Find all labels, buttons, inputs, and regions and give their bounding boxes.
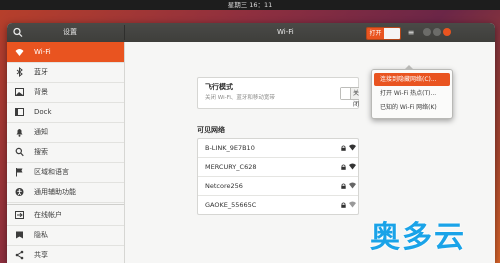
flag-icon — [16, 168, 23, 177]
panel-title: Wi-Fi — [277, 28, 294, 36]
network-name: MERCURY_C628 — [205, 163, 257, 171]
switch-label: 关闭 — [352, 90, 359, 108]
maximize-button[interactable] — [433, 28, 441, 36]
sidebar-item-search[interactable]: 搜索 — [7, 142, 124, 163]
wifi-power-toggle[interactable]: 打开 — [366, 27, 401, 40]
background-icon — [15, 88, 24, 96]
wifi-signal-icon — [349, 144, 356, 151]
online-accounts-icon — [15, 211, 24, 219]
sidebar-item-label: Dock — [34, 108, 52, 116]
menu-item-known-networks[interactable]: 已知的 Wi-Fi 网络(K) — [374, 101, 450, 114]
dock-icon — [15, 108, 24, 116]
sidebar-item-label: Wi-Fi — [34, 48, 51, 56]
network-row[interactable]: Netcore256 — [198, 177, 358, 196]
lock-icon — [341, 202, 346, 208]
sidebar-item-label: 在线帐户 — [34, 211, 62, 219]
sidebar-item-dock[interactable]: Dock — [7, 102, 124, 123]
airplane-mode-title: 飞行模式 — [205, 83, 233, 91]
sidebar-item-label: 搜索 — [34, 148, 48, 156]
sidebar-item-bluetooth[interactable]: 蓝牙 — [7, 62, 124, 83]
wifi-icon — [15, 49, 24, 56]
network-name: B-LINK_9E7B10 — [205, 144, 255, 152]
sidebar-item-label: 背景 — [34, 88, 48, 96]
sidebar-item-label: 隐私 — [34, 231, 48, 239]
header-divider — [124, 25, 125, 40]
wifi-toggle-label: 打开 — [367, 28, 384, 39]
share-icon — [15, 250, 24, 260]
sidebar-item-label: 共享 — [34, 251, 48, 259]
settings-title: 设置 — [63, 28, 77, 36]
lock-icon — [341, 164, 346, 170]
header-bar: 设置 Wi-Fi 打开 ≡ — [7, 23, 495, 42]
popover-arrow — [404, 65, 414, 70]
sidebar-item-wifi[interactable]: Wi-Fi — [7, 42, 124, 63]
sidebar-item-label: 区域和语言 — [34, 168, 69, 176]
menu-item-connect-hidden[interactable]: 连接到隐藏网络(C)... — [374, 73, 450, 86]
clock[interactable]: 星期三 16：11 — [228, 1, 273, 9]
airplane-mode-description: 关闭 Wi-Fi、蓝牙和移动宽带 — [205, 95, 275, 101]
sidebar-item-privacy[interactable]: 隐私 — [7, 225, 124, 246]
wifi-signal-icon — [349, 163, 356, 170]
menu-button[interactable]: ≡ — [405, 27, 417, 38]
switch-knob — [341, 88, 351, 99]
wifi-signal-icon — [349, 201, 356, 208]
sidebar-item-online-accounts[interactable]: 在线帐户 — [7, 204, 124, 226]
sidebar-item-accessibility[interactable]: 通用辅助功能 — [7, 182, 124, 203]
sidebar-item-label: 通知 — [34, 128, 48, 136]
network-row[interactable]: B-LINK_9E7B10 — [198, 139, 358, 158]
accessibility-icon — [15, 188, 24, 196]
search-icon — [15, 147, 24, 157]
privacy-icon — [16, 231, 23, 239]
wifi-menu-popover: 连接到隐藏网络(C)... 打开 Wi-Fi 热点(T)... 已知的 Wi-F… — [371, 65, 453, 119]
search-icon[interactable] — [12, 27, 24, 38]
bluetooth-icon — [16, 67, 23, 77]
airplane-mode-switch[interactable]: 关闭 — [340, 87, 359, 108]
network-name: GAOKE_55665C — [205, 201, 257, 209]
sidebar-item-notifications[interactable]: 通知 — [7, 122, 124, 143]
sidebar-item-label: 通用辅助功能 — [34, 188, 76, 196]
lock-icon — [341, 145, 346, 151]
toggle-knob — [384, 28, 400, 39]
sidebar-item-region-language[interactable]: 区域和语言 — [7, 162, 124, 183]
network-list: B-LINK_9E7B10 MERCURY_C628 Netcore256 GA… — [197, 138, 359, 215]
network-row[interactable]: MERCURY_C628 — [198, 158, 358, 177]
sidebar-item-sharing[interactable]: 共享 — [7, 245, 124, 263]
sidebar-item-label: 蓝牙 — [34, 68, 48, 76]
minimize-button[interactable] — [423, 28, 431, 36]
wifi-signal-icon — [349, 182, 356, 189]
lock-icon — [341, 183, 346, 189]
visible-networks-title: 可见网络 — [197, 126, 225, 134]
airplane-mode-row: 飞行模式 关闭 Wi-Fi、蓝牙和移动宽带 关闭 — [197, 77, 359, 109]
top-bar: 星期三 16：11 — [0, 0, 500, 10]
watermark-logo: 奥多云 — [370, 220, 466, 255]
network-row[interactable]: GAOKE_55665C — [198, 196, 358, 214]
sidebar-item-background[interactable]: 背景 — [7, 82, 124, 103]
close-button[interactable] — [443, 28, 451, 36]
sidebar: Wi-Fi 蓝牙 背景 Dock 通知 搜索 区域和语言 通用辅助功能 在线帐户… — [7, 42, 125, 263]
bell-icon — [16, 129, 23, 137]
network-name: Netcore256 — [205, 182, 243, 190]
menu-item-hotspot[interactable]: 打开 Wi-Fi 热点(T)... — [374, 87, 450, 100]
